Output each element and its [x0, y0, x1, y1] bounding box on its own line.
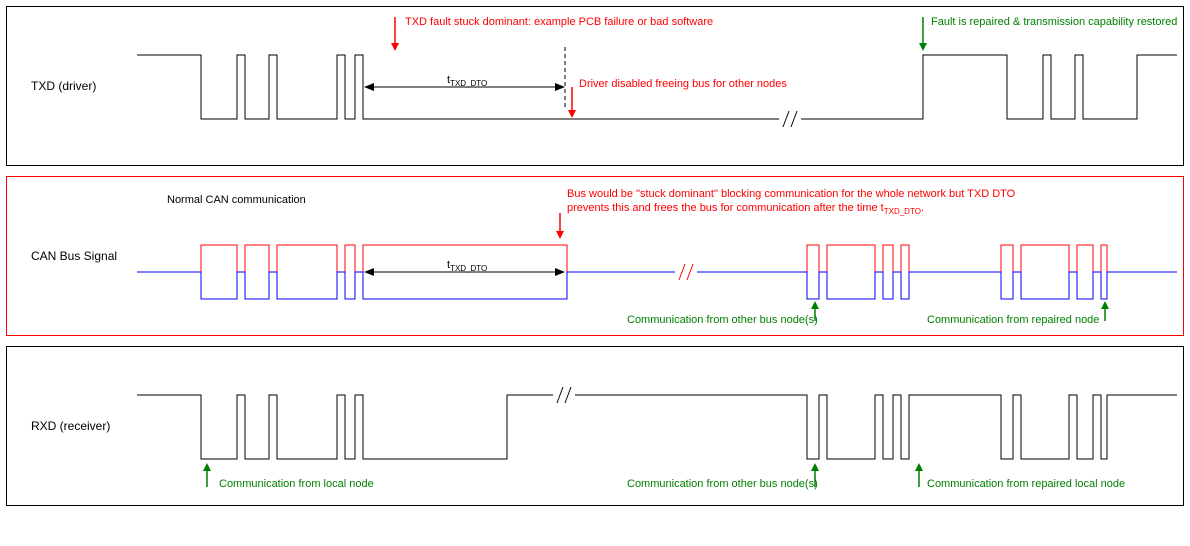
txd-repair-text: Fault is repaired & transmission capabil… [931, 16, 1177, 28]
t-label: tTXD_DTO [447, 74, 487, 88]
arrow-down-icon [568, 87, 576, 118]
txd-svg: TXD fault stuck dominant: example PCB fa… [7, 7, 1183, 165]
rxd-panel: RXD (receiver) Communication from local … [6, 346, 1184, 506]
t-label-2: tTXD_DTO [447, 259, 487, 273]
normal-comm-text: Normal CAN communication [167, 194, 306, 206]
arrow-down-icon [919, 17, 927, 51]
rxd-waveform [137, 395, 1177, 459]
arrow-up-icon [203, 463, 211, 487]
arrow-down-icon [391, 17, 399, 51]
bus-block-text-2: prevents this and frees the bus for comm… [567, 202, 924, 216]
txd-fault-text: TXD fault stuck dominant: example PCB fa… [405, 16, 713, 28]
dimension-arrow: tTXD_DTO [364, 74, 565, 91]
comm-other-text-2: Communication from other bus node(s) [627, 478, 818, 490]
canl-waveform [137, 272, 1177, 299]
txd-label: TXD (driver) [31, 79, 96, 93]
canh-waveform [137, 245, 1177, 272]
time-break-icon [675, 264, 697, 280]
canbus-svg: Normal CAN communication Bus would be "s… [7, 177, 1183, 335]
comm-other-text: Communication from other bus node(s) [627, 314, 818, 326]
arrow-up-icon [1101, 301, 1109, 321]
txd-panel: TXD (driver) TXD fault stuck dominant: e… [6, 6, 1184, 166]
comm-local-text: Communication from local node [219, 478, 374, 490]
canbus-label: CAN Bus Signal [31, 249, 117, 263]
time-break-icon [779, 111, 801, 127]
driver-disabled-text: Driver disabled freeing bus for other no… [579, 78, 787, 90]
comm-repaired-text: Communication from repaired node [927, 314, 1099, 326]
dimension-arrow: tTXD_DTO [364, 259, 565, 276]
comm-repaired-local-text: Communication from repaired local node [927, 478, 1125, 490]
canbus-panel: CAN Bus Signal Normal CAN communication … [6, 176, 1184, 336]
rxd-label: RXD (receiver) [31, 419, 110, 433]
rxd-svg: Communication from local node Communicat… [7, 347, 1183, 505]
arrow-down-icon [556, 213, 564, 239]
arrow-up-icon [915, 463, 923, 487]
time-break-icon [553, 387, 575, 403]
bus-block-text-1: Bus would be "stuck dominant" blocking c… [567, 188, 1016, 200]
